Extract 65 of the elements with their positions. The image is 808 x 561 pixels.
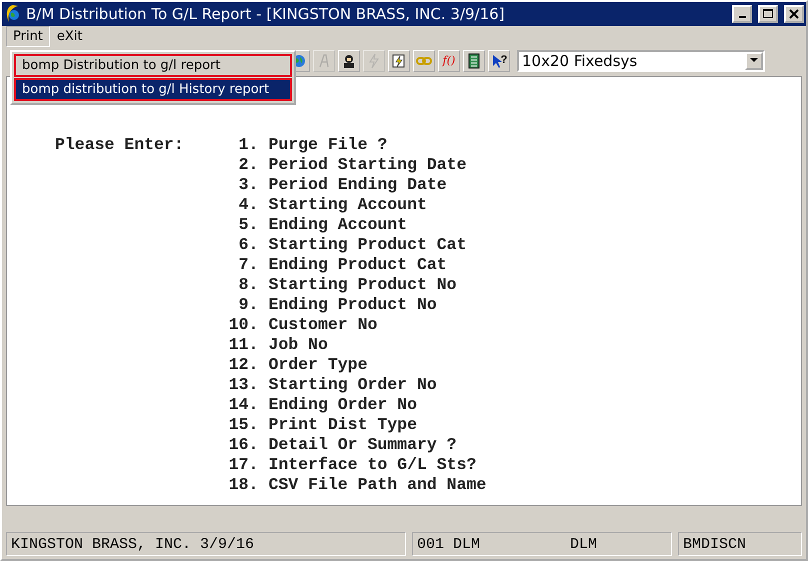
toolbar-button[interactable] — [463, 50, 485, 72]
field-number: 6. — [238, 235, 258, 255]
field-number: 14. — [228, 395, 258, 415]
field-label: Customer No — [268, 315, 378, 335]
status-code: 001 DLM — [417, 536, 480, 552]
app-logo-icon — [4, 4, 22, 24]
field-number: 15. — [228, 415, 258, 435]
field-number: 10. — [228, 315, 258, 335]
field-label: CSV File Path and Name — [268, 475, 486, 495]
field-number: 17. — [228, 455, 258, 475]
field-label: Purge File ? — [268, 135, 388, 155]
list-icon — [466, 52, 482, 68]
menu-item[interactable]: bomp Distribution to g/l report — [14, 54, 292, 77]
field-label: Starting Product No — [268, 275, 458, 295]
field-number: 9. — [238, 295, 258, 315]
window-title: B/M Distribution To G/L Report - [KINGSTON BRASS, INC. 3/9/16] — [26, 5, 506, 23]
function-label: f() — [442, 55, 456, 66]
menu-item[interactable]: Print — [6, 26, 50, 47]
field-label: Ending Account — [268, 215, 408, 235]
status-company: KINGSTON BRASS, INC. 3/9/16 — [6, 532, 406, 556]
menu-item[interactable]: bomp distribution to g/l History report — [14, 78, 292, 101]
field-label: Ending Product No — [268, 295, 438, 315]
help-pointer-icon — [490, 52, 502, 68]
minimize-icon — [738, 16, 746, 18]
field-label: Period Ending Date — [268, 175, 448, 195]
toolbar-button[interactable] — [388, 50, 410, 72]
toolbar-button[interactable]: ? — [488, 50, 510, 72]
field-label: Starting Order No — [268, 375, 438, 395]
field-number: 4. — [238, 195, 258, 215]
field-number: 18. — [228, 475, 258, 495]
maximize-button[interactable] — [758, 5, 778, 23]
field-label: Period Starting Date — [268, 155, 468, 175]
document-lightning-icon — [391, 52, 407, 68]
font-select[interactable]: 10x20 Fixedsys — [517, 50, 765, 72]
field-label: Job No — [268, 335, 329, 355]
menu-item[interactable]: eXit — [50, 26, 90, 47]
field-number: 7. — [238, 255, 258, 275]
field-number: 11. — [228, 335, 258, 355]
field-label: Starting Account — [268, 195, 428, 215]
field-number: 8. — [238, 275, 258, 295]
close-button[interactable] — [784, 5, 804, 23]
minimize-button[interactable] — [732, 5, 752, 23]
lightning-icon — [366, 52, 382, 68]
field-label: Print Dist Type — [268, 415, 418, 435]
field-number: 16. — [228, 435, 258, 455]
field-label: Detail Or Summary ? — [268, 435, 458, 455]
maximize-icon — [763, 9, 773, 19]
status-user: DLM — [570, 536, 597, 552]
field-label: Starting Product Cat — [268, 235, 468, 255]
field-number: 3. — [238, 175, 258, 195]
question-mark: ? — [500, 55, 508, 66]
field-label: Order Type — [268, 355, 368, 375]
prompt-label: Please Enter: — [55, 135, 184, 156]
field-label: Ending Product Cat — [268, 255, 448, 275]
field-number: 13. — [228, 375, 258, 395]
toolbar-button[interactable] — [338, 50, 360, 72]
close-icon — [789, 9, 799, 19]
field-number: 12. — [228, 355, 258, 375]
field-label: Interface to G/L Sts? — [268, 455, 478, 475]
status-program: BMDISCN — [678, 532, 802, 556]
person-icon — [341, 52, 357, 68]
field-number: 2. — [238, 155, 258, 175]
field-number: 1. — [238, 135, 258, 155]
field-label: Ending Order No — [268, 395, 418, 415]
field-number: 5. — [238, 215, 258, 235]
